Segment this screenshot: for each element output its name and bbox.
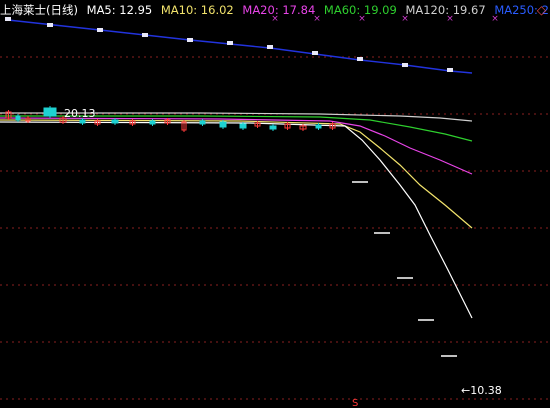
ma250-point xyxy=(447,68,453,72)
ma5-line xyxy=(0,121,473,319)
ma250-point xyxy=(312,51,318,55)
high-price-label: 20.13 xyxy=(64,107,96,120)
low-price-label: ←10.38 xyxy=(461,384,502,397)
ma250-point xyxy=(47,23,53,27)
candle-body xyxy=(79,119,86,124)
ma60-value: MA60: 19.09 xyxy=(323,3,397,17)
ma250-point xyxy=(142,33,148,37)
ma250-point xyxy=(97,28,103,32)
candle-body xyxy=(219,121,227,128)
candle-body xyxy=(149,120,156,125)
ma10-value: MA10: 16.02 xyxy=(160,3,234,17)
candle-body xyxy=(43,107,57,117)
candle-body xyxy=(199,120,206,125)
ma250-point xyxy=(357,57,363,61)
ma250-point xyxy=(227,41,233,45)
price-chart[interactable]: × × × × × ×S xyxy=(0,0,550,408)
ma10-line xyxy=(0,119,473,229)
candle-body xyxy=(15,115,21,121)
candle-body xyxy=(269,125,277,130)
kline-chart-panel[interactable]: × × × × × × S 上海莱士(日线) MA5: 12.95 MA10: 16.02 … xyxy=(0,0,550,408)
ma20-value: MA20: 17.84 xyxy=(242,3,316,17)
event-marker: S xyxy=(352,398,358,408)
candle-body xyxy=(239,123,247,129)
ma120-value: MA120: 19.67 xyxy=(405,3,486,17)
candle-body xyxy=(315,124,322,129)
ma-legend: 上海莱士(日线) MA5: 12.95 MA10: 16.02 MA20: 17… xyxy=(0,2,550,18)
diamond-icon[interactable]: ◇ xyxy=(535,4,548,17)
ma5-value: MA5: 12.95 xyxy=(86,3,153,17)
stock-name: 上海莱士(日线) xyxy=(0,3,78,17)
ma250-point xyxy=(402,63,408,67)
ma250-point xyxy=(187,38,193,42)
candle-body xyxy=(111,119,119,124)
ma250-point xyxy=(267,45,273,49)
